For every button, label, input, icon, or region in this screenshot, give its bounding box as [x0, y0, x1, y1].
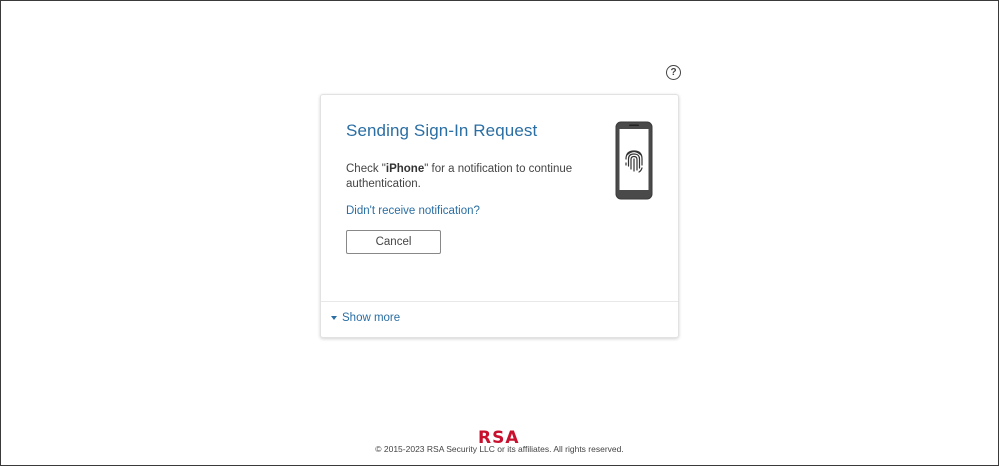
sign-in-card: Sending Sign-In Request Check "iPhone" f…	[320, 94, 679, 338]
device-name: iPhone	[385, 163, 425, 175]
caret-down-icon	[331, 316, 337, 320]
cancel-button[interactable]: Cancel	[346, 230, 441, 254]
didnt-receive-notification-link[interactable]: Didn't receive notification?	[346, 205, 480, 217]
phone-fingerprint-icon	[615, 121, 653, 200]
show-more-toggle[interactable]: Show more	[331, 312, 400, 324]
card-title: Sending Sign-In Request	[346, 121, 538, 140]
message-prefix: Check "	[346, 163, 386, 175]
card-divider	[321, 301, 678, 302]
show-more-label: Show more	[342, 312, 401, 324]
copyright-text: © 2015-2023 RSA Security LLC or its affi…	[375, 444, 624, 454]
help-icon[interactable]: ?	[666, 65, 681, 80]
notification-message: Check "iPhone" for a notification to con…	[346, 162, 586, 192]
